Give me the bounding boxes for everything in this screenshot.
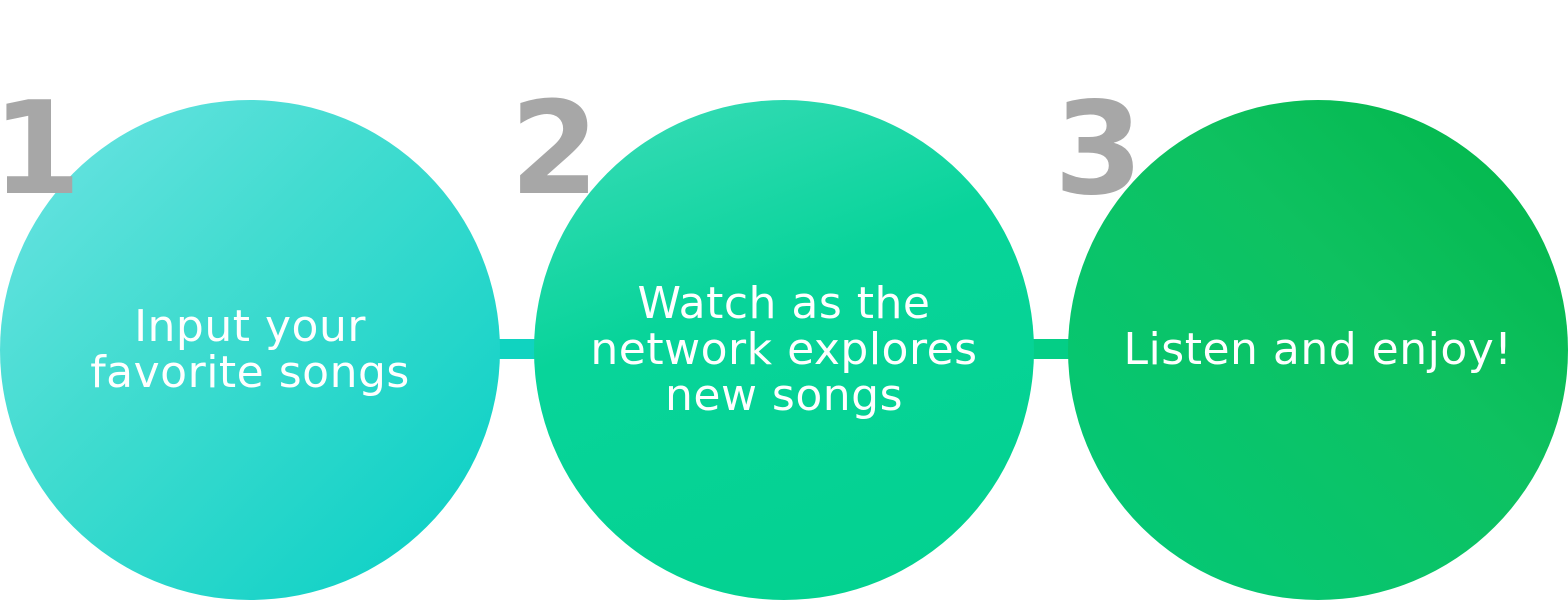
step-2-line-1: Watch as the bbox=[637, 278, 931, 329]
step-2-line-2: network explores bbox=[590, 324, 978, 375]
step-2-text: Watch as the network explores new songs bbox=[590, 281, 977, 419]
step-3-text: Listen and enjoy! bbox=[1124, 327, 1513, 373]
step-3-line-1: Listen and enjoy! bbox=[1123, 324, 1513, 375]
step-1-line-2: favorite songs bbox=[90, 347, 410, 398]
step-number-3: 3 bbox=[1054, 75, 1144, 224]
step-1-text: Input your favorite songs bbox=[90, 304, 410, 396]
step-number-1: 1 bbox=[0, 75, 82, 224]
step-2-line-3: new songs bbox=[664, 370, 903, 421]
step-circle-2: Watch as the network explores new songs bbox=[534, 100, 1034, 600]
step-1-line-1: Input your bbox=[134, 301, 366, 352]
connector-line-1-2 bbox=[498, 339, 536, 359]
connector-line-2-3 bbox=[1032, 339, 1070, 359]
step-number-2: 2 bbox=[510, 75, 600, 224]
